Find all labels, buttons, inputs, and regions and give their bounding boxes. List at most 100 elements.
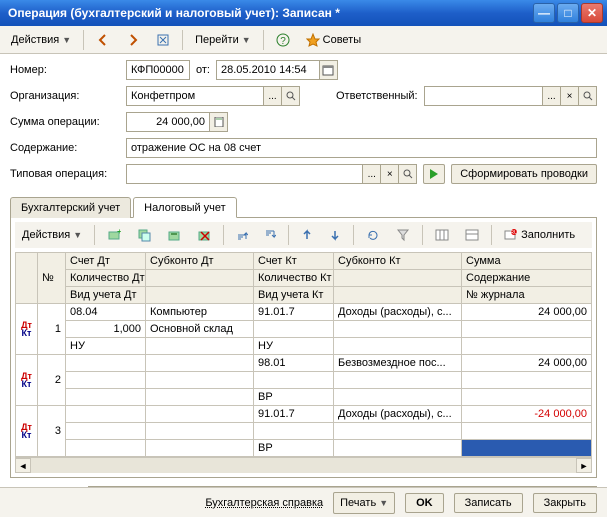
col-type-kt[interactable]: Вид учета Кт [254,287,334,304]
actions-menu[interactable]: Действия ▼ [4,29,78,51]
col-journal[interactable]: № журнала [462,287,592,304]
select-button[interactable]: ... [264,86,282,106]
table-row[interactable]: ДтКт108.04Компьютер91.01.7Доходы (расход… [16,304,592,321]
separator [263,30,264,50]
help-icon: ? [276,33,290,47]
calendar-icon [322,64,334,76]
separator [83,30,84,50]
scroll-left-button[interactable]: ◄ [15,458,31,473]
arrow-down-icon [329,229,341,241]
org-label: Организация: [10,90,120,102]
sort-asc-button[interactable] [229,224,255,246]
select-button[interactable]: ... [363,164,381,184]
calendar-button[interactable] [320,60,338,80]
calc-button[interactable] [210,112,228,132]
search-icon [403,169,413,179]
settings-button[interactable] [458,224,486,246]
move-down-button[interactable] [322,224,348,246]
separator [288,225,289,245]
col-num[interactable]: № [38,253,66,304]
org-input[interactable]: Конфетпром [126,86,264,106]
add-row-button[interactable]: + [100,224,128,246]
typeop-input[interactable] [126,164,363,184]
col-acc-kt[interactable]: Счет Кт [254,253,334,270]
table-row[interactable]: ВР [16,440,592,457]
number-input[interactable]: КФП00000 [126,60,190,80]
search-button[interactable] [579,86,597,106]
chevron-down-icon: ▼ [379,498,388,508]
close-footer-button[interactable]: Закрыть [533,493,597,513]
scroll-right-button[interactable]: ► [576,458,592,473]
table-row[interactable] [16,423,592,440]
resp-input[interactable] [424,86,543,106]
columns-icon [435,228,449,242]
separator [182,30,183,50]
arrow-up-icon [301,229,313,241]
horizontal-scrollbar[interactable]: ◄ ► [15,457,592,473]
col-sub-dt[interactable]: Субконто Дт [146,253,254,270]
save-button[interactable]: Записать [454,493,523,513]
content-input[interactable]: отражение ОС на 08 счет [126,138,597,158]
col-qty-kt[interactable]: Количество Кт [254,270,334,287]
run-button[interactable] [423,164,445,184]
from-label: от: [196,64,210,76]
sort-desc-button[interactable] [257,224,283,246]
nav-back-button[interactable] [89,29,117,51]
copy-row-button[interactable] [130,224,158,246]
sum-input[interactable]: 24 000,00 [126,112,210,132]
ok-button[interactable]: OK [405,493,444,513]
move-up-button[interactable] [294,224,320,246]
nav-forward-button[interactable] [119,29,147,51]
clear-button[interactable]: × [561,86,579,106]
form-entries-button[interactable]: Сформировать проводки [451,164,597,184]
table-header-row: Количество Дт Количество Кт Содержание [16,270,592,287]
grid-actions-label: Действия [22,229,70,241]
col-content[interactable]: Содержание [462,270,592,287]
edit-row-button[interactable] [160,224,188,246]
refresh-button[interactable] [149,29,177,51]
refresh-icon [366,228,380,242]
grid-toolbar: Действия ▼ + RU Заполнить [15,222,592,248]
date-input[interactable]: 28.05.2010 14:54 [216,60,320,80]
minimize-button[interactable]: — [533,3,555,23]
table-row[interactable]: ВР [16,389,592,406]
table-row[interactable] [16,372,592,389]
titlebar: Операция (бухгалтерский и налоговый учет… [0,0,607,26]
col-acc-dt[interactable]: Счет Дт [66,253,146,270]
delete-row-button[interactable] [190,224,218,246]
col-qty-dt[interactable]: Количество Дт [66,270,146,287]
accounting-ref-link[interactable]: Бухгалтерская справка [205,497,323,509]
maximize-button[interactable]: □ [557,3,579,23]
search-button[interactable] [282,86,300,106]
col-sub-kt[interactable]: Субконто Кт [334,253,462,270]
goto-menu[interactable]: Перейти ▼ [188,29,258,51]
window-title: Операция (бухгалтерский и налоговый учет… [8,6,531,20]
tab-tax[interactable]: Налоговый учет [133,197,237,218]
footer: Бухгалтерская справка Печать ▼ OK Записа… [0,487,607,517]
col-sum[interactable]: Сумма [462,253,592,270]
grid-actions-menu[interactable]: Действия ▼ [15,224,89,246]
entries-table[interactable]: № Счет Дт Субконто Дт Счет Кт Субконто К… [15,252,592,457]
table-row[interactable]: 1,000Основной склад [16,321,592,338]
col-type-dt[interactable]: Вид учета Дт [66,287,146,304]
clear-button[interactable]: × [381,164,399,184]
search-button[interactable] [399,164,417,184]
refresh-button[interactable] [359,224,387,246]
table-row[interactable]: НУНУ [16,338,592,355]
refresh-icon [156,33,170,47]
fill-icon: RU [504,228,518,242]
chevron-down-icon: ▼ [73,230,82,240]
help-button[interactable]: ? [269,29,297,51]
table-row[interactable]: ДтКт298.01Безвозмездное пос...24 000,00 [16,355,592,372]
columns-button[interactable] [428,224,456,246]
advice-button[interactable]: Советы [299,29,368,51]
select-button[interactable]: ... [543,86,561,106]
filter-button[interactable] [389,224,417,246]
tab-accounting[interactable]: Бухгалтерский учет [10,197,131,218]
print-menu[interactable]: Печать ▼ [333,492,395,514]
fill-button[interactable]: RU Заполнить [497,224,582,246]
close-button[interactable]: ✕ [581,3,603,23]
arrow-right-icon [126,33,140,47]
table-header-row: № Счет Дт Субконто Дт Счет Кт Субконто К… [16,253,592,270]
table-row[interactable]: ДтКт391.01.7Доходы (расходы), с...-24 00… [16,406,592,423]
